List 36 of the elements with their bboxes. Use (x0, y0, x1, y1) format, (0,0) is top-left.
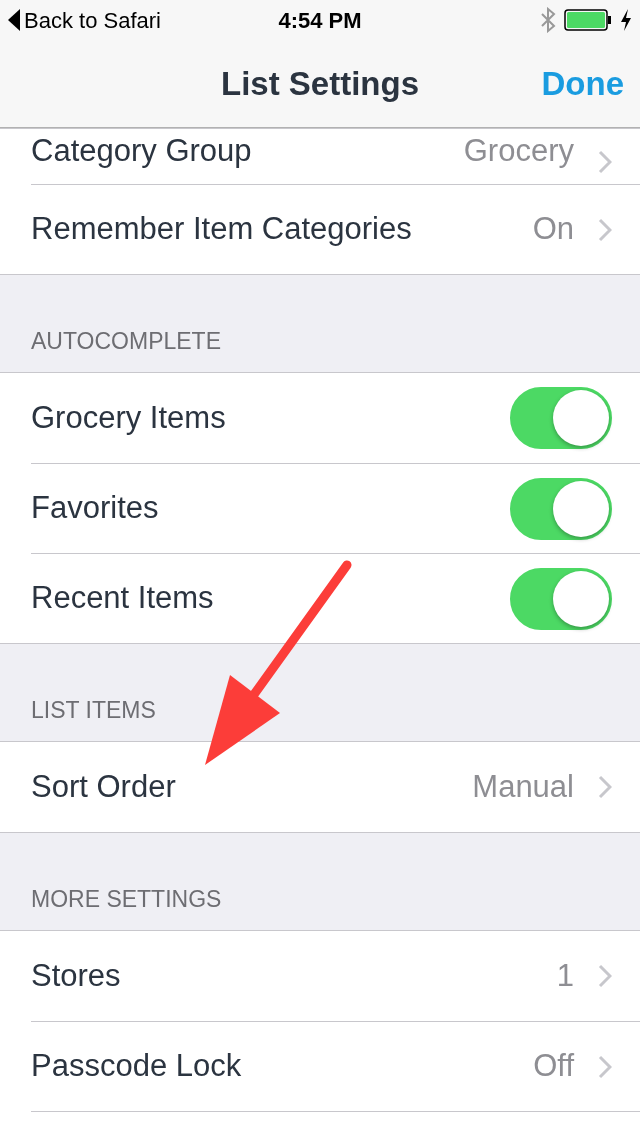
row-label: Remember Item Categories (31, 210, 412, 249)
row-label: Sort Order (31, 767, 176, 806)
status-time: 4:54 PM (278, 6, 362, 35)
back-icon (8, 9, 20, 31)
section-header: LIST ITEMS (31, 695, 156, 725)
row-label: Grocery Items (31, 398, 226, 437)
section-header: AUTOCOMPLETE (31, 326, 221, 356)
row-label: Stores (31, 956, 121, 995)
battery-icon (564, 9, 612, 31)
toggle-switch[interactable] (510, 387, 612, 449)
charging-icon (620, 9, 632, 31)
back-link[interactable]: Back to Safari (24, 3, 161, 37)
row-value: Grocery (463, 131, 574, 170)
toggle-switch[interactable] (510, 477, 612, 540)
settings-row[interactable]: Category Group Grocery (31, 129, 640, 184)
row-value: Off (533, 1047, 574, 1086)
toggle-switch[interactable] (510, 567, 612, 630)
chevron-icon (598, 1054, 612, 1079)
settings-row[interactable]: Remember Item Categories On (31, 184, 640, 274)
chevron-icon (598, 964, 612, 988)
settings-row[interactable]: Sort Order Manual (31, 742, 640, 832)
row-label: Recent Items (31, 579, 214, 618)
row-value: On (532, 210, 574, 249)
row-value: Manual (472, 767, 574, 806)
chevron-icon (598, 217, 612, 242)
bluetooth-icon (540, 7, 556, 33)
row-label: Category Group (31, 131, 252, 170)
row-label: Passcode Lock (31, 1047, 242, 1086)
row-label: Favorites (31, 489, 159, 528)
row-value: 1 (556, 956, 574, 995)
chevron-icon (598, 150, 612, 174)
section-header: MORE SETTINGS (31, 884, 222, 914)
screen-title: List Settings (221, 63, 419, 104)
chevron-icon (598, 775, 612, 799)
settings-row[interactable]: Stores 1 (31, 931, 640, 1021)
settings-row[interactable]: Passcode Lock Off (31, 1021, 640, 1111)
